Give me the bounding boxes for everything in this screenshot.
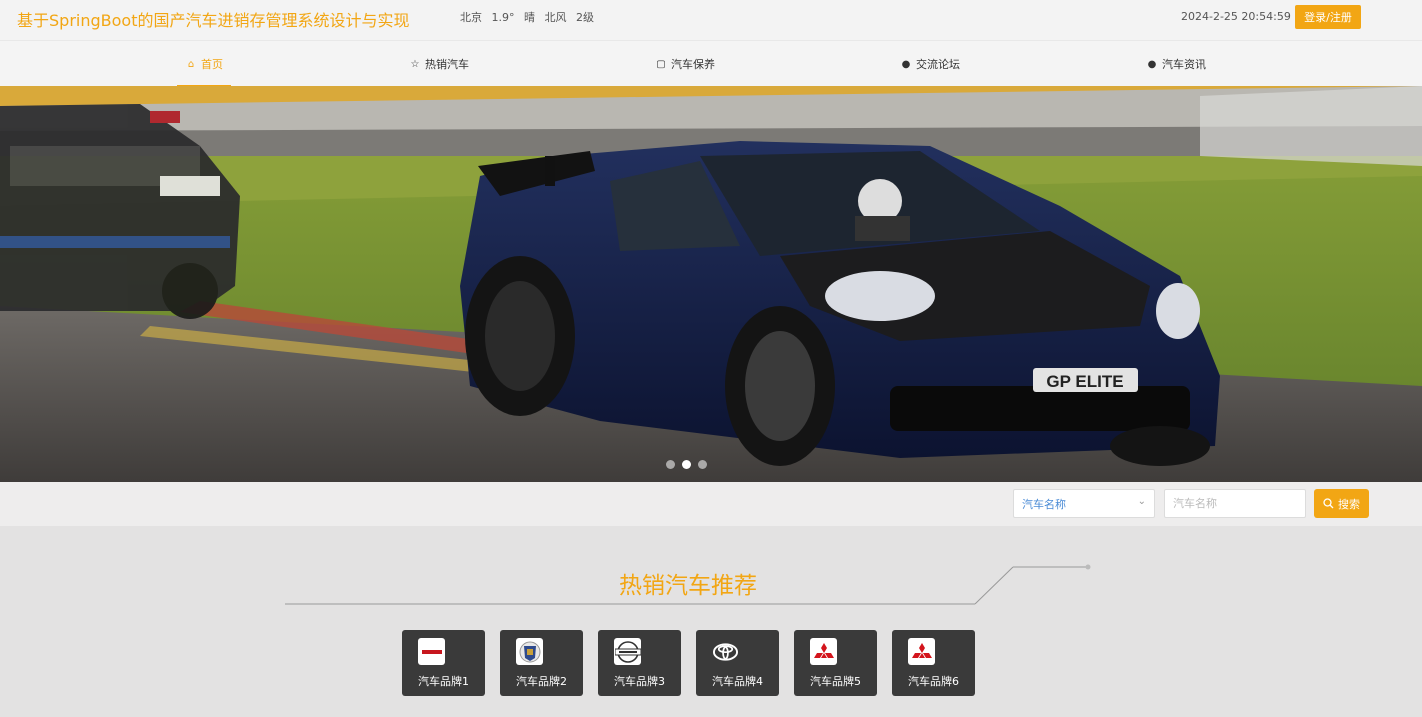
nav-item-home[interactable]: ⌂ 首页 [177, 41, 231, 87]
brand-name: 汽车品牌2 [516, 675, 567, 688]
weather-temp: 1.9° [491, 11, 515, 24]
hot-cars-section: 热销汽车推荐 汽车品牌1 汽车品牌2 汽车品牌3 汽车品牌4 汽车品牌5 汽车品… [0, 526, 1422, 717]
brand-card-5[interactable]: 汽车品牌5 [794, 630, 877, 696]
main-nav: ⌂ 首页 ☆ 热销汽车 ▢ 汽车保养 ● 交流论坛 ● 汽车资讯 [0, 40, 1422, 87]
nav-item-label: 热销汽车 [425, 58, 469, 71]
site-title: 基于SpringBoot的国产汽车进销存管理系统设计与实现 [17, 11, 410, 30]
nav-item-label: 交流论坛 [916, 58, 960, 71]
search-icon [1323, 498, 1334, 509]
weather-city: 北京 [460, 11, 482, 24]
nav-item-hot-cars[interactable]: ☆ 热销汽车 [409, 41, 469, 87]
info-icon: ● [901, 58, 911, 70]
carousel-dots [666, 460, 707, 469]
banner-carousel[interactable]: GP ELITE [0, 86, 1422, 482]
search-button[interactable]: 搜索 [1314, 489, 1369, 518]
help-icon: ● [1147, 58, 1157, 70]
nav-item-forum[interactable]: ● 交流论坛 [900, 41, 960, 87]
honda-logo-icon [418, 638, 445, 665]
toyota-logo-icon [712, 638, 739, 665]
nav-item-label: 汽车保养 [671, 58, 715, 71]
select-value: 汽车名称 [1022, 497, 1066, 511]
bag-icon: ▢ [656, 58, 666, 70]
section-title: 热销汽车推荐 [619, 573, 757, 599]
nissan-logo-icon [614, 638, 641, 665]
search-input[interactable] [1164, 489, 1306, 518]
top-header: 基于SpringBoot的国产汽车进销存管理系统设计与实现 北京 1.9° 晴 … [0, 0, 1422, 40]
brand-name: 汽车品牌1 [418, 675, 469, 688]
mitsubishi-logo-icon [810, 638, 837, 665]
search-bar: 汽车名称 ⌄ 搜索 [0, 482, 1422, 526]
brand-name: 汽车品牌6 [908, 675, 959, 688]
carousel-dot-3[interactable] [698, 460, 707, 469]
brand-card-3[interactable]: 汽车品牌3 [598, 630, 681, 696]
current-datetime: 2024-2-25 20:54:59 [1181, 10, 1291, 23]
star-icon: ☆ [410, 58, 420, 70]
search-field-select[interactable]: 汽车名称 ⌄ [1013, 489, 1155, 518]
home-icon: ⌂ [187, 58, 195, 70]
carousel-dot-1[interactable] [666, 460, 675, 469]
nav-item-news[interactable]: ● 汽车资讯 [1146, 41, 1206, 87]
brand-card-6[interactable]: 汽车品牌6 [892, 630, 975, 696]
banner-image: GP ELITE [0, 86, 1422, 482]
brand-name: 汽车品牌5 [810, 675, 861, 688]
brand-name: 汽车品牌4 [712, 675, 763, 688]
nav-item-label: 汽车资讯 [1162, 58, 1206, 71]
cadillac-logo-icon [516, 638, 543, 665]
mitsubishi-logo-icon [908, 638, 935, 665]
carousel-dot-2[interactable] [682, 460, 691, 469]
license-plate: GP ELITE [1046, 372, 1123, 391]
brand-card-2[interactable]: 汽车品牌2 [500, 630, 583, 696]
login-register-button[interactable]: 登录/注册 [1295, 5, 1361, 29]
nav-item-label: 首页 [201, 58, 223, 71]
search-button-label: 搜索 [1338, 497, 1360, 511]
nav-item-maintenance[interactable]: ▢ 汽车保养 [655, 41, 715, 87]
weather-level: 2级 [576, 11, 594, 24]
brand-card-1[interactable]: 汽车品牌1 [402, 630, 485, 696]
brand-name: 汽车品牌3 [614, 675, 665, 688]
chevron-down-icon: ⌄ [1137, 496, 1146, 507]
weather-condition: 晴 [524, 11, 535, 24]
weather-info: 北京 1.9° 晴 北风 2级 [460, 9, 600, 25]
weather-wind: 北风 [544, 11, 567, 24]
brand-card-4[interactable]: 汽车品牌4 [696, 630, 779, 696]
